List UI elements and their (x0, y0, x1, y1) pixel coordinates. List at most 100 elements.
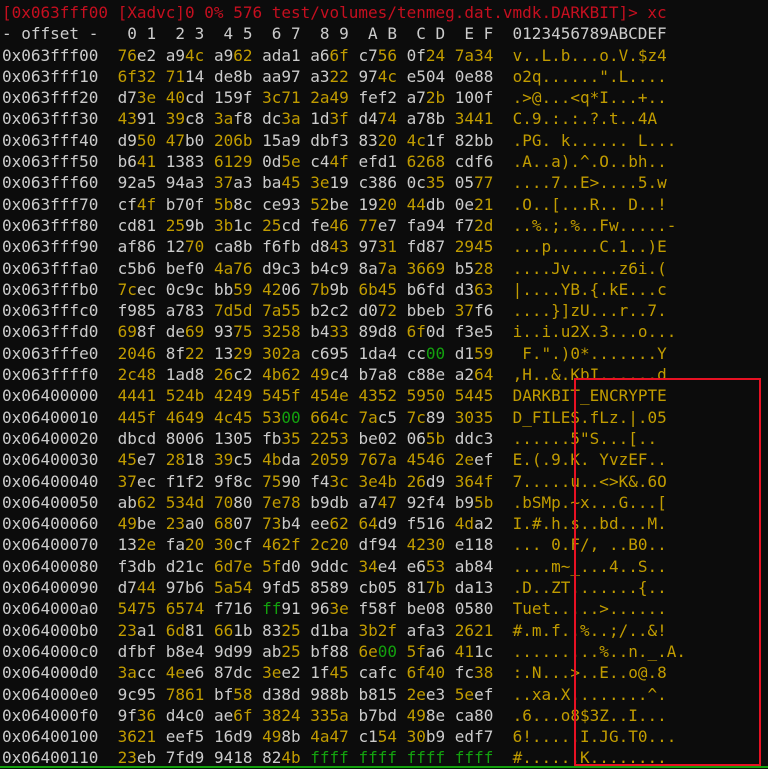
row-offset: 0x06400090 (2, 578, 99, 598)
hex-word: cd81 (117, 215, 157, 235)
ascii-column: E.(.9.K. YvzEF.. (512, 450, 667, 470)
hex-word: 8320 (358, 130, 397, 150)
ascii-column: I.#.h.s..bd...M. (512, 514, 667, 534)
ascii-column: .6...o8$3Z..I... (512, 705, 667, 725)
hex-word: a747 (358, 492, 397, 512)
hex-word: e504 (406, 66, 446, 86)
hex-word: 3621 (117, 727, 157, 747)
ascii-column: 6!.....I.JG.T0... (512, 727, 677, 747)
hex-word: 39c8 (165, 109, 205, 129)
hex-word: 2621 (454, 620, 494, 640)
hex-word: 445f (117, 407, 157, 427)
hex-word: 963e (310, 599, 349, 619)
hex-word: 3441 (454, 109, 494, 129)
hex-word: 44db (406, 194, 446, 214)
row-offset: 0x063fffd0 (2, 322, 99, 342)
hex-word: 4230 (406, 535, 446, 555)
hexdump-row: 0x064000a0 5475 6574 f716 ff91 963e f58f… (2, 598, 766, 619)
row-offset: 0x063fff30 (2, 109, 99, 129)
hex-word: a78b (406, 109, 446, 129)
hex-word: bf88 (310, 641, 349, 661)
hex-word: 2a49 (310, 88, 349, 108)
hex-word: 2945 (454, 237, 494, 257)
row-offset: 0x06400040 (2, 471, 99, 491)
hex-word: cb05 (358, 578, 397, 598)
hex-word: 6f0d (406, 322, 446, 342)
hex-word: 9d99 (213, 641, 253, 661)
hexdump-row: 0x063fff10 6f32 7114 de8b aa97 a322 974c… (2, 66, 766, 87)
row-offset: 0x064000a0 (2, 599, 99, 619)
hex-word: 2046 (117, 343, 157, 363)
hex-word: e118 (454, 535, 494, 555)
hex-word: ada1 (262, 45, 301, 65)
hex-word: 3824 (262, 705, 301, 725)
hex-word: 664c (310, 407, 349, 427)
hex-word: 3ee2 (262, 663, 301, 683)
hex-word: 7c89 (406, 407, 446, 427)
hex-word: ffff (310, 748, 349, 768)
row-offset: 0x06400050 (2, 492, 99, 512)
hex-word: be02 (358, 428, 397, 448)
hex-word: 7a55 (262, 301, 301, 321)
terminal-window: [0x063fff00 [Xadvc]0 0% 576 test/volumes… (2, 2, 766, 769)
hex-word: 7d5d (213, 301, 253, 321)
hex-word: cafc (358, 663, 397, 683)
hex-word: cf4f (117, 194, 157, 214)
hex-word: d950 (117, 130, 157, 150)
hex-word: 76e2 (117, 45, 157, 65)
hexdump-row: 0x06400090 d744 97b6 5a54 9fd5 8589 cb05… (2, 577, 766, 598)
hex-word: 1329 (213, 343, 253, 363)
hex-word: f1f2 (165, 471, 205, 491)
hex-word: 4391 (117, 109, 157, 129)
hex-word: 824b (262, 748, 301, 768)
row-offset: 0x06400030 (2, 450, 99, 470)
row-offset: 0x063fff10 (2, 66, 99, 86)
hexdump-row: 0x06400010 445f 4649 4c45 5300 664c 7ac5… (2, 407, 766, 428)
hex-word: 661b (213, 620, 253, 640)
hex-word: 9375 (213, 322, 253, 342)
hex-word: c88e (406, 365, 446, 385)
prompt-line: [0x063fff00 [Xadvc]0 0% 576 test/volumes… (2, 3, 667, 22)
hex-word: dbf3 (310, 130, 349, 150)
hex-word: a783 (165, 301, 205, 321)
row-offset: 0x064000b0 (2, 620, 99, 640)
hex-word: 4c45 (213, 407, 253, 427)
hex-word: b8e4 (165, 641, 205, 661)
hexdump-row: 0x064000f0 9f36 d4c0 ae6f 3824 335a b7bd… (2, 705, 766, 726)
hex-word: ff91 (262, 599, 301, 619)
hex-word: 26c2 (213, 365, 253, 385)
hex-word: ffff (406, 748, 446, 768)
hex-word: 0e88 (454, 66, 494, 86)
hex-word: 52be (310, 194, 349, 214)
ascii-column: ,H..&.KbI......d (512, 365, 667, 385)
hex-word: 47b0 (165, 130, 205, 150)
row-offset: 0x063fffa0 (2, 258, 99, 278)
hex-word: a264 (454, 365, 494, 385)
hex-word: 4441 (117, 386, 157, 406)
hex-word: 7e78 (262, 492, 301, 512)
hex-word: fb35 (262, 428, 301, 448)
hex-word: 1da4 (358, 343, 397, 363)
hex-word: 4bda (262, 450, 301, 470)
hex-word: 77e7 (358, 215, 397, 235)
ascii-column: F.".)0*.......Y (512, 343, 667, 363)
hex-word: b4c9 (310, 258, 349, 278)
hexdump-row: 0x064000d0 3acc 4ee6 87dc 3ee2 1f45 cafc… (2, 662, 766, 683)
hexdump-row: 0x063fffb0 7cec 0c9c bb59 4206 7b9b 6b45… (2, 279, 766, 300)
hex-word: bb59 (213, 279, 253, 299)
hex-word: ce93 (262, 194, 301, 214)
hex-word: 3b2f (358, 620, 397, 640)
row-offset: 0x063fffb0 (2, 279, 99, 299)
row-offset: 0x063fff90 (2, 237, 99, 257)
hex-word: 3e19 (310, 173, 349, 193)
hexdump-row: 0x06400040 37ec f1f2 9f8c 7590 f43c 3e4b… (2, 471, 766, 492)
hex-word: c756 (358, 45, 397, 65)
hex-word: 065b (406, 428, 446, 448)
hex-word: 5eef (454, 684, 494, 704)
hex-word: 87dc (213, 663, 253, 683)
hex-word: b7a8 (358, 365, 397, 385)
hex-word: d843 (310, 237, 349, 257)
ascii-column: Tuet.....>...... (512, 599, 667, 619)
hex-word: 2253 (310, 428, 349, 448)
hex-word: 3669 (406, 258, 446, 278)
